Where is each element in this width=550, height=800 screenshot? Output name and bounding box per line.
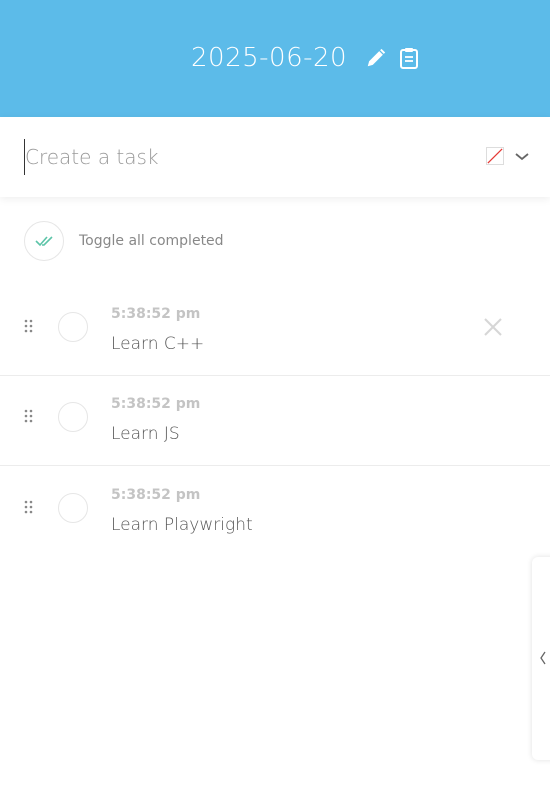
drag-handle-icon[interactable] bbox=[24, 500, 34, 514]
date-title[interactable]: 2025-06-20 bbox=[191, 38, 347, 78]
task-complete-checkbox[interactable] bbox=[58, 312, 88, 342]
pencil-icon[interactable] bbox=[365, 47, 387, 69]
task-item: 5:38:52 pm Learn C++ bbox=[0, 286, 550, 376]
double-check-icon bbox=[35, 236, 53, 247]
create-task-bar bbox=[0, 117, 550, 197]
task-complete-checkbox[interactable] bbox=[58, 402, 88, 432]
drag-handle-icon[interactable] bbox=[24, 319, 34, 333]
chevron-down-icon[interactable] bbox=[514, 149, 530, 163]
clipboard-icon[interactable] bbox=[399, 47, 419, 69]
chevron-left-icon bbox=[540, 651, 546, 665]
drag-handle-icon[interactable] bbox=[24, 409, 34, 423]
header-bar: 2025-06-20 bbox=[0, 0, 550, 117]
task-title[interactable]: Learn C++ bbox=[111, 332, 204, 356]
task-title[interactable]: Learn JS bbox=[111, 422, 180, 446]
toggle-all-button[interactable] bbox=[24, 221, 64, 261]
toggle-all-label: Toggle all completed bbox=[79, 233, 224, 249]
side-panel-toggle[interactable] bbox=[532, 557, 550, 760]
create-task-input[interactable] bbox=[24, 139, 464, 175]
no-color-swatch-icon[interactable] bbox=[486, 147, 504, 165]
task-item: 5:38:52 pm Learn JS bbox=[0, 376, 550, 466]
task-title[interactable]: Learn Playwright bbox=[111, 513, 253, 537]
task-item: 5:38:52 pm Learn Playwright bbox=[0, 467, 550, 557]
task-time: 5:38:52 pm bbox=[111, 487, 201, 503]
task-complete-checkbox[interactable] bbox=[58, 493, 88, 523]
task-time: 5:38:52 pm bbox=[111, 306, 201, 322]
delete-icon[interactable] bbox=[482, 316, 504, 338]
task-time: 5:38:52 pm bbox=[111, 396, 201, 412]
